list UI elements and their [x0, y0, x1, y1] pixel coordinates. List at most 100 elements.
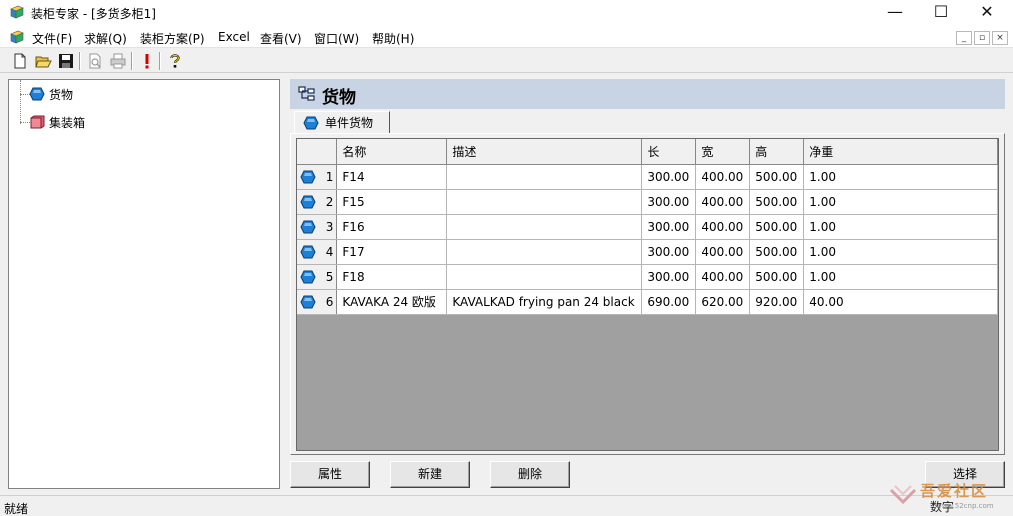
- column-header-net-weight[interactable]: 净重: [803, 139, 998, 165]
- app-icon: [10, 5, 24, 19]
- cell-width[interactable]: 400.00: [695, 189, 751, 215]
- cell-height[interactable]: 500.00: [749, 264, 805, 290]
- tree-item-container[interactable]: 集装箱: [29, 114, 85, 130]
- new-button[interactable]: 新建: [390, 461, 470, 488]
- row-number: 1: [325, 169, 334, 184]
- cell-name[interactable]: F17: [336, 239, 448, 265]
- cell-length[interactable]: 300.00: [641, 264, 697, 290]
- cargo-grid[interactable]: 名称 描述 长 宽 高 净重 1 F14 300.00 400.00 500.00 1.0…: [297, 139, 998, 315]
- cell-name[interactable]: KAVAKA 24 欧版: [336, 289, 448, 315]
- table-row[interactable]: 3 F16 300.00 400.00 500.00 1.00: [297, 214, 998, 240]
- cell-net-weight[interactable]: 1.00: [803, 189, 998, 215]
- cell-name[interactable]: F14: [336, 164, 448, 190]
- row-number: 2: [325, 194, 334, 209]
- maximize-button[interactable]: ☐: [918, 0, 964, 26]
- tree-item-label: 货物: [49, 87, 74, 102]
- table-row[interactable]: 2 F15 300.00 400.00 500.00 1.00: [297, 189, 998, 215]
- tree-item-cargo[interactable]: 货物: [29, 86, 73, 102]
- menu-solve[interactable]: 求解(Q): [84, 30, 127, 47]
- cell-length[interactable]: 690.00: [641, 289, 697, 315]
- cell-length[interactable]: 300.00: [641, 164, 697, 190]
- menu-loading-plan[interactable]: 装柜方案(P): [140, 30, 205, 47]
- minimize-button[interactable]: —: [872, 0, 918, 26]
- new-icon[interactable]: [11, 52, 29, 70]
- tree-item-label: 集装箱: [49, 115, 86, 130]
- cell-net-weight[interactable]: 1.00: [803, 264, 998, 290]
- cargo-icon: [300, 170, 316, 183]
- cell-width[interactable]: 400.00: [695, 214, 751, 240]
- print-preview-icon[interactable]: [86, 52, 104, 70]
- cell-width[interactable]: 400.00: [695, 239, 751, 265]
- mdi-restore-button[interactable]: ▫: [974, 31, 990, 45]
- corner-cell[interactable]: [297, 139, 338, 165]
- column-header-length[interactable]: 长: [641, 139, 697, 165]
- cargo-icon: [300, 220, 316, 233]
- row-header[interactable]: 6: [297, 289, 338, 315]
- cell-net-weight[interactable]: 40.00: [803, 289, 998, 315]
- properties-button[interactable]: 属性: [290, 461, 370, 488]
- cell-net-weight[interactable]: 1.00: [803, 214, 998, 240]
- table-row[interactable]: 5 F18 300.00 400.00 500.00 1.00: [297, 264, 998, 290]
- cell-length[interactable]: 300.00: [641, 214, 697, 240]
- row-header[interactable]: 1: [297, 164, 338, 190]
- cell-description[interactable]: [446, 239, 643, 265]
- cargo-table[interactable]: 名称 描述 长 宽 高 净重 1 F14 300.00 400.00 500.00 1.0…: [296, 138, 999, 451]
- mdi-minimize-button[interactable]: _: [956, 31, 972, 45]
- print-icon[interactable]: [109, 52, 127, 70]
- cell-height[interactable]: 500.00: [749, 214, 805, 240]
- tree-panel[interactable]: 货物 集装箱: [8, 79, 280, 489]
- column-header-name[interactable]: 名称: [336, 139, 448, 165]
- cell-width[interactable]: 400.00: [695, 164, 751, 190]
- menu-view[interactable]: 查看(V): [260, 30, 302, 47]
- cell-length[interactable]: 300.00: [641, 189, 697, 215]
- cargo-icon: [29, 87, 45, 101]
- row-number: 4: [325, 244, 334, 259]
- tab-single-cargo[interactable]: 单件货物: [294, 111, 390, 133]
- status-text: 就绪: [4, 502, 29, 516]
- cell-height[interactable]: 500.00: [749, 189, 805, 215]
- cell-description[interactable]: [446, 214, 643, 240]
- table-row[interactable]: 6 KAVAKA 24 欧版 KAVALKAD frying pan 24 blac…: [297, 289, 998, 315]
- cell-description[interactable]: [446, 189, 643, 215]
- table-row[interactable]: 1 F14 300.00 400.00 500.00 1.00: [297, 164, 998, 190]
- cell-description[interactable]: KAVALKAD frying pan 24 black: [446, 289, 643, 315]
- hierarchy-icon: [298, 86, 315, 101]
- cell-net-weight[interactable]: 1.00: [803, 239, 998, 265]
- solve-icon[interactable]: [138, 52, 156, 70]
- cell-length[interactable]: 300.00: [641, 239, 697, 265]
- cell-name[interactable]: F16: [336, 214, 448, 240]
- tab-label: 单件货物: [325, 116, 374, 130]
- row-header[interactable]: 4: [297, 239, 338, 265]
- row-header[interactable]: 5: [297, 264, 338, 290]
- close-button[interactable]: ✕: [964, 0, 1010, 26]
- column-header-height[interactable]: 高: [749, 139, 805, 165]
- column-header-width[interactable]: 宽: [695, 139, 751, 165]
- menu-file[interactable]: 文件(F): [32, 30, 72, 47]
- menu-help[interactable]: 帮助(H): [372, 30, 414, 47]
- cell-net-weight[interactable]: 1.00: [803, 164, 998, 190]
- open-icon[interactable]: [34, 52, 52, 70]
- row-header[interactable]: 2: [297, 189, 338, 215]
- cell-description[interactable]: [446, 264, 643, 290]
- cargo-icon: [300, 195, 316, 208]
- cell-description[interactable]: [446, 164, 643, 190]
- cell-width[interactable]: 620.00: [695, 289, 751, 315]
- cell-name[interactable]: F18: [336, 264, 448, 290]
- help-icon[interactable]: [166, 52, 184, 70]
- cell-width[interactable]: 400.00: [695, 264, 751, 290]
- select-button[interactable]: 选择: [925, 461, 1005, 488]
- cell-height[interactable]: 500.00: [749, 164, 805, 190]
- document-icon[interactable]: [9, 29, 25, 45]
- column-header-description[interactable]: 描述: [446, 139, 643, 165]
- cell-name[interactable]: F15: [336, 189, 448, 215]
- mdi-close-button[interactable]: ×: [992, 31, 1008, 45]
- row-header[interactable]: 3: [297, 214, 338, 240]
- menu-excel[interactable]: Excel: [218, 30, 250, 44]
- menu-window[interactable]: 窗口(W): [314, 30, 359, 47]
- cell-height[interactable]: 920.00: [749, 289, 805, 315]
- table-row[interactable]: 4 F17 300.00 400.00 500.00 1.00: [297, 239, 998, 265]
- save-icon[interactable]: [57, 52, 75, 70]
- cell-height[interactable]: 500.00: [749, 239, 805, 265]
- panel-title: 货物: [322, 88, 356, 108]
- delete-button[interactable]: 删除: [490, 461, 570, 488]
